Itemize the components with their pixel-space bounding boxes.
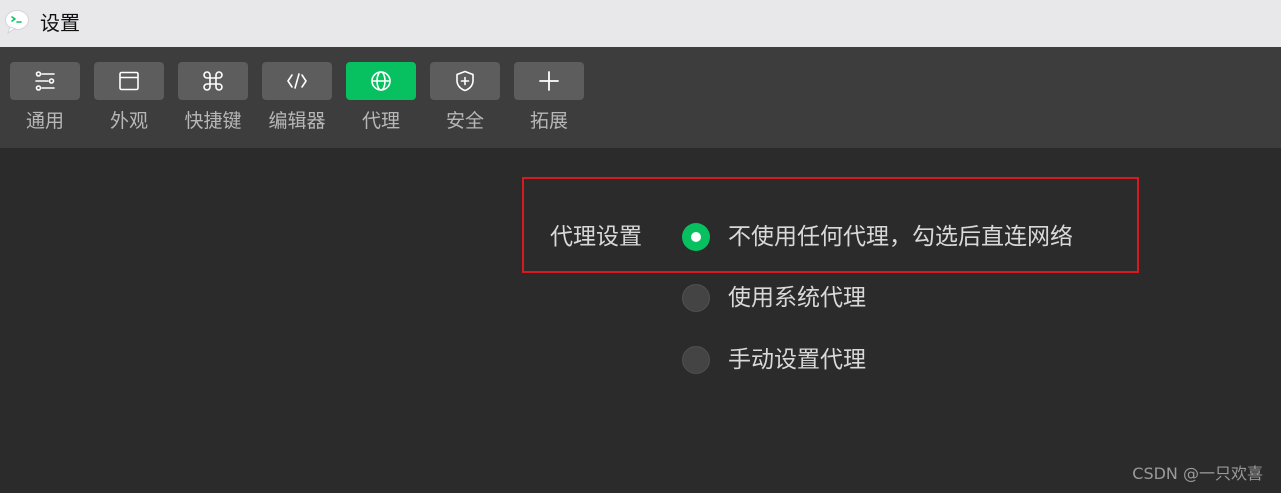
watermark: CSDN @一只欢喜 [1132,464,1263,483]
proxy-settings-panel: 代理设置 不使用任何代理，勾选后直连网络 使用系统代理 手动设置代理 [0,148,1281,493]
tab-shortcuts[interactable]: 快捷键 [178,62,248,142]
shield-plus-icon [456,70,474,92]
sliders-icon [35,71,55,91]
option-no-proxy-label: 不使用任何代理，勾选后直连网络 [728,224,1073,250]
window-title: 设置 [40,11,80,35]
option-manual-proxy[interactable]: 手动设置代理 [682,345,1122,377]
globe-icon [371,71,391,91]
tab-general-button[interactable] [10,62,80,100]
tab-appearance-button[interactable] [94,62,164,100]
option-no-proxy[interactable]: 不使用任何代理，勾选后直连网络 [682,222,1122,254]
code-icon [287,73,307,89]
proxy-settings-label: 代理设置 [550,224,642,250]
tab-appearance[interactable]: 外观 [94,62,164,142]
plus-icon [539,71,559,91]
settings-toolbar: 通用 外观 快捷键 编辑器 代理 安全 拓展 [0,47,1281,148]
option-system-proxy-label: 使用系统代理 [728,285,866,311]
title-bar: 设置 [0,0,1281,47]
option-manual-proxy-label: 手动设置代理 [728,347,866,373]
tab-editor-button[interactable] [262,62,332,100]
tab-shortcuts-button[interactable] [178,62,248,100]
tab-general[interactable]: 通用 [10,62,80,142]
window-icon [119,71,139,91]
radio-system-proxy[interactable] [682,284,710,312]
tab-proxy-button[interactable] [346,62,416,100]
radio-manual-proxy[interactable] [682,346,710,374]
wechat-devtools-logo-icon [5,10,29,35]
tab-extensions-label: 拓展 [529,110,568,132]
option-system-proxy[interactable]: 使用系统代理 [682,283,1122,315]
command-icon [203,71,223,91]
tab-extensions[interactable]: 拓展 [514,62,584,142]
tab-security[interactable]: 安全 [430,62,500,142]
tab-editor[interactable]: 编辑器 [262,62,332,142]
tab-proxy[interactable]: 代理 [346,62,416,142]
tab-security-button[interactable] [430,62,500,100]
tab-extensions-button[interactable] [514,62,584,100]
radio-no-proxy[interactable] [682,223,710,251]
